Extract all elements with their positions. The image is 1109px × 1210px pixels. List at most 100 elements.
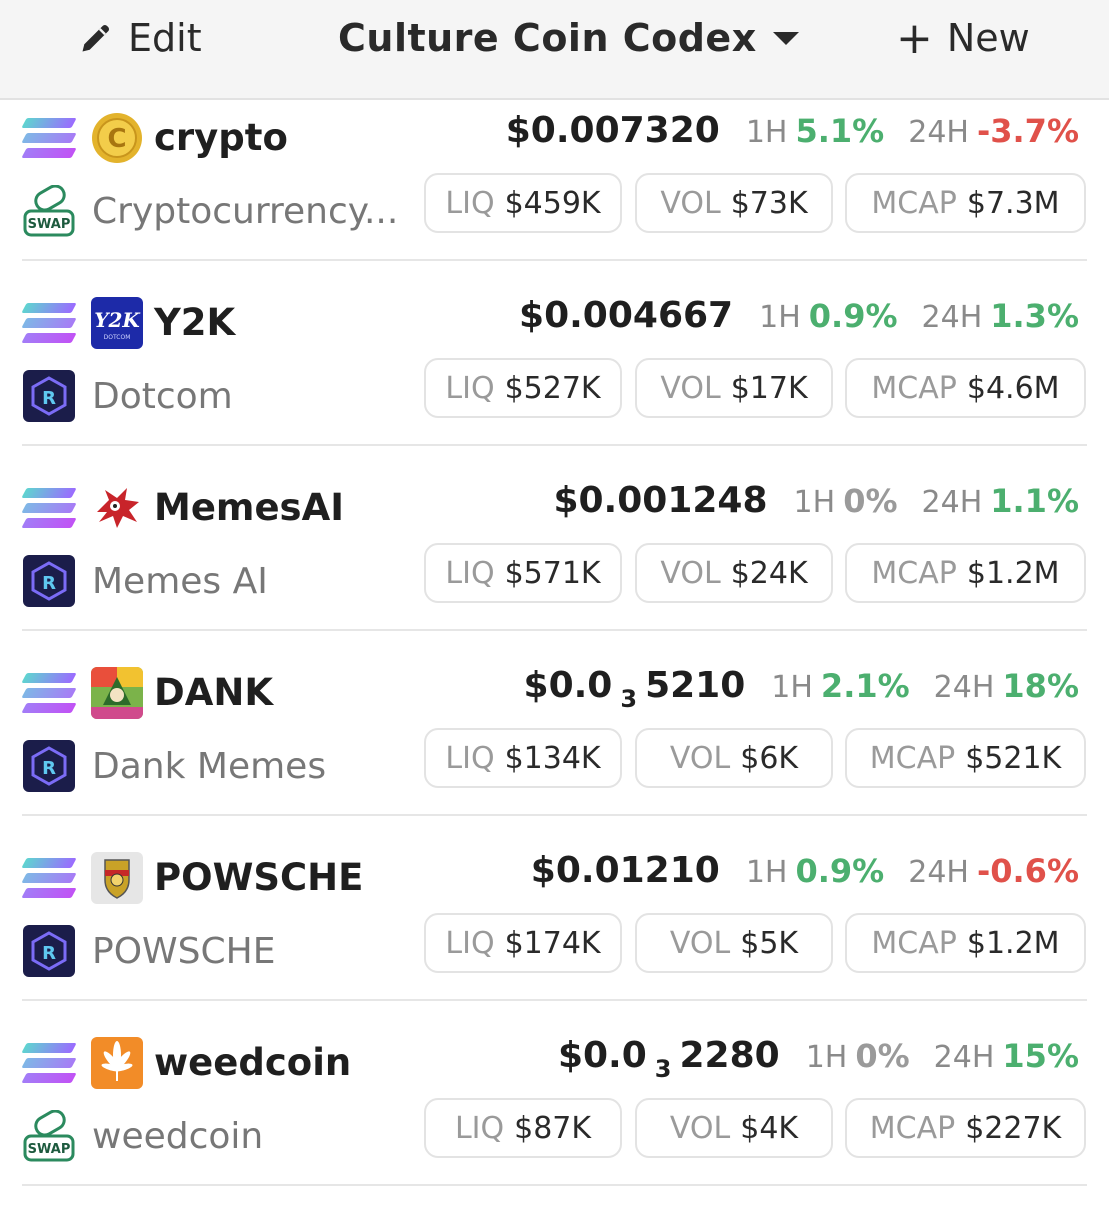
red-creature-icon — [91, 482, 143, 534]
market-cap-badge: MCAP $1.2M — [845, 543, 1086, 603]
plus-icon: + — [896, 12, 933, 64]
raydium-icon: R — [23, 370, 75, 422]
market-cap-badge: MCAP $227K — [845, 1098, 1086, 1158]
market-cap-badge: MCAP $4.6M — [845, 358, 1086, 418]
day-change: 1.3% — [990, 297, 1079, 335]
row-divider — [22, 814, 1087, 816]
one-hour-change: 2.1% — [820, 667, 910, 705]
day-label: 24H — [933, 670, 995, 705]
token-name: Cryptocurrency... — [92, 191, 399, 232]
price-group: $0.007320 1H 5.1% 24H -3.7% — [506, 110, 1079, 160]
raydium-icon: R — [23, 555, 75, 607]
token-price: $0.001248 — [553, 480, 768, 521]
volume-badge: VOL $17K — [635, 358, 833, 418]
svg-text:R: R — [42, 758, 56, 779]
edit-label: Edit — [128, 16, 202, 60]
token-price: $0.0 3 5210 — [523, 665, 746, 713]
volume-badge: VOL $4K — [635, 1098, 833, 1158]
svg-text:R: R — [42, 388, 56, 409]
price-group: $0.004667 1H 0.9% 24H 1.3% — [519, 295, 1079, 345]
new-label: New — [946, 16, 1030, 60]
day-change: 18% — [1002, 667, 1079, 705]
day-change: 1.1% — [990, 482, 1079, 520]
swap-icon: SWAP — [23, 184, 75, 237]
solana-icon — [21, 488, 77, 528]
row-divider — [22, 444, 1087, 446]
one-hour-label: 1H — [745, 855, 788, 890]
one-hour-label: 1H — [793, 485, 836, 520]
solana-icon — [21, 118, 77, 158]
new-button[interactable]: + New — [896, 12, 1030, 64]
raydium-icon: R — [23, 740, 75, 792]
market-cap-badge: MCAP $1.2M — [845, 913, 1086, 973]
svg-text:SWAP: SWAP — [28, 217, 71, 232]
solana-icon — [21, 858, 77, 898]
token-symbol: crypto — [154, 116, 288, 159]
token-price: $0.004667 — [519, 295, 734, 336]
one-hour-label: 1H — [805, 1040, 848, 1075]
volume-badge: VOL $24K — [635, 543, 833, 603]
token-row[interactable]: C crypto SWAP Cryptocurrency... $0.00732… — [0, 100, 1109, 285]
edit-button[interactable]: Edit — [78, 14, 202, 62]
one-hour-label: 1H — [759, 300, 801, 335]
solana-icon — [21, 303, 77, 343]
svg-text:DOTCOM: DOTCOM — [104, 334, 131, 341]
liquidity-badge: LIQ $459K — [424, 173, 622, 233]
price-group: $0.0 3 5210 1H 2.1% 24H 18% — [524, 665, 1079, 715]
one-hour-change: 0% — [855, 1037, 910, 1075]
token-price: $0.01210 — [530, 850, 720, 891]
day-change: -3.7% — [976, 112, 1079, 150]
day-change: -0.6% — [976, 852, 1079, 890]
liquidity-badge: LIQ $134K — [424, 728, 622, 788]
market-cap-badge: MCAP $7.3M — [845, 173, 1086, 233]
liquidity-badge: LIQ $87K — [424, 1098, 622, 1158]
token-row[interactable]: weedcoin SWAP weedcoin $0.0 3 2280 1H 0% 2… — [0, 1025, 1109, 1210]
token-name: Dank Memes — [92, 746, 327, 787]
y2k-dotcom-icon: Y2K DOTCOM — [91, 297, 143, 349]
volume-badge: VOL $73K — [635, 173, 833, 233]
token-price: $0.007320 — [505, 110, 720, 151]
token-name: Dotcom — [92, 376, 233, 417]
raydium-icon: R — [23, 925, 75, 977]
token-name: POWSCHE — [92, 931, 276, 972]
svg-text:R: R — [42, 573, 56, 594]
token-symbol: weedcoin — [154, 1041, 352, 1084]
volume-badge: VOL $6K — [635, 728, 833, 788]
watchlist-title: Culture Coin Codex — [338, 16, 757, 60]
svg-text:SWAP: SWAP — [28, 1142, 71, 1157]
svg-text:R: R — [42, 943, 56, 964]
row-divider — [22, 629, 1087, 631]
token-row[interactable]: MemesAI R Memes AI $0.001248 1H 0% 24H 1… — [0, 470, 1109, 655]
token-row[interactable]: DANK R Dank Memes $0.0 3 5210 1H 2.1% 24H … — [0, 655, 1109, 840]
swap-icon: SWAP — [23, 1109, 75, 1162]
market-cap-badge: MCAP $521K — [845, 728, 1086, 788]
token-row[interactable]: POWSCHE R POWSCHE $0.01210 1H 0.9% 24H -… — [0, 840, 1109, 1025]
token-price: $0.0 3 2280 — [557, 1035, 780, 1083]
svg-text:C: C — [107, 124, 126, 154]
price-group: $0.01210 1H 0.9% 24H -0.6% — [531, 850, 1079, 900]
token-symbol: Y2K — [154, 301, 236, 344]
price-group: $0.0 3 2280 1H 0% 24H 15% — [558, 1035, 1079, 1085]
one-hour-label: 1H — [745, 115, 788, 150]
row-divider — [22, 999, 1087, 1001]
liquidity-badge: LIQ $571K — [424, 543, 622, 603]
liquidity-badge: LIQ $174K — [424, 913, 622, 973]
token-row[interactable]: Y2K DOTCOM Y2K R Dotcom $0.004667 1H 0.9%… — [0, 285, 1109, 470]
day-label: 24H — [908, 855, 969, 890]
token-symbol: MemesAI — [154, 486, 344, 529]
token-name: Memes AI — [92, 561, 268, 602]
gold-coin-icon: C — [91, 112, 143, 164]
day-label: 24H — [908, 115, 969, 150]
one-hour-change: 0% — [843, 482, 898, 520]
day-label: 24H — [921, 300, 983, 335]
caret-down-icon — [772, 31, 799, 45]
solana-icon — [21, 1043, 77, 1083]
svg-text:Y2K: Y2K — [94, 308, 141, 332]
watchlist-dropdown[interactable]: Culture Coin Codex — [338, 14, 799, 62]
liquidity-badge: LIQ $527K — [424, 358, 622, 418]
token-name: weedcoin — [92, 1116, 264, 1157]
one-hour-label: 1H — [771, 670, 813, 705]
row-divider — [22, 259, 1087, 261]
solana-icon — [21, 673, 77, 713]
dank-meme-icon — [91, 667, 143, 719]
